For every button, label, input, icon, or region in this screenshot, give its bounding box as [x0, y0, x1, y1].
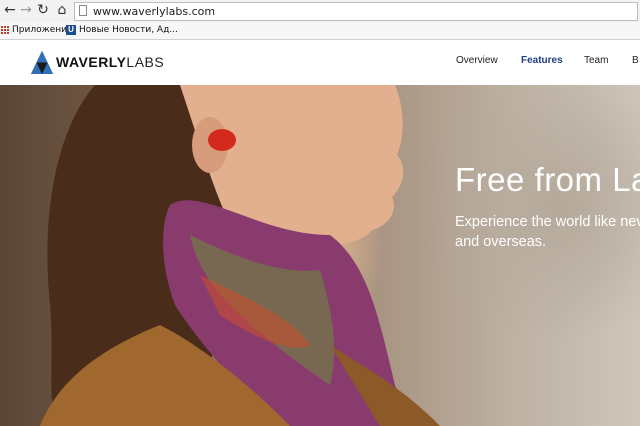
logo-wordmark: WAVERLYLABS [56, 54, 165, 70]
earpiece [208, 129, 236, 151]
bookmarks-bar: Приложения U Новые Новости, Ад... [0, 22, 640, 40]
back-arrow-icon[interactable]: ← [3, 3, 17, 17]
logo-triangle-icon [31, 51, 53, 74]
bookmark-apps[interactable]: Приложения [12, 22, 72, 39]
apps-grid-icon[interactable] [1, 26, 10, 35]
nav-cut-item[interactable]: B [632, 55, 639, 66]
bookmark-news[interactable]: Новые Новости, Ад... [79, 22, 178, 39]
page-icon [79, 5, 87, 16]
hero-subline-1: Experience the world like neve [455, 214, 640, 230]
browser-toolbar: ← → ↻ ⌂ www.waverlylabs.com [0, 0, 640, 23]
address-bar[interactable]: www.waverlylabs.com [74, 2, 638, 21]
nav-team[interactable]: Team [584, 55, 608, 66]
hero-subline-2: and overseas. [455, 234, 547, 250]
hero-photo [40, 85, 440, 426]
forward-arrow-icon[interactable]: → [19, 3, 33, 17]
url-text[interactable]: www.waverlylabs.com [93, 4, 215, 19]
nav-features[interactable]: Features [521, 55, 563, 66]
hero-subline: Experience the world like neve and overs… [455, 212, 640, 252]
home-icon[interactable]: ⌂ [55, 3, 69, 17]
hero-section: Free from Lan Experience the world like … [0, 85, 640, 426]
waverly-labs-logo[interactable]: WAVERLYLABS [30, 49, 180, 77]
site-header: WAVERLYLABS Overview Features Team B [0, 40, 640, 85]
nav-overview[interactable]: Overview [456, 55, 498, 66]
reload-icon[interactable]: ↻ [36, 3, 50, 17]
news-site-icon: U [66, 25, 76, 35]
hero-headline: Free from Lan [455, 161, 640, 198]
